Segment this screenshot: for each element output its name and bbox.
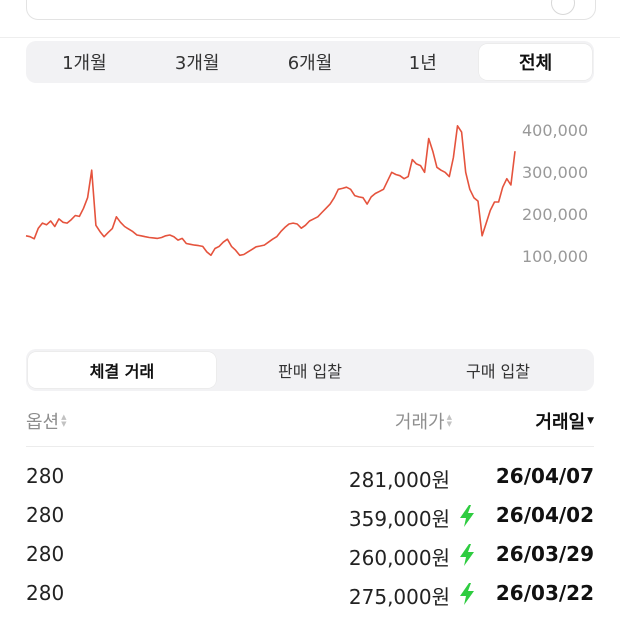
tab-sell-bids[interactable]: 판매 입찰: [216, 352, 404, 388]
sort-desc-icon: ▼: [587, 415, 594, 426]
divider: [26, 446, 594, 447]
row-option: 280: [26, 464, 65, 488]
lightning-icon: [460, 583, 474, 605]
table-row: 280 260,000원 26/03/29: [26, 536, 594, 575]
trade-list: 280 281,000원 26/04/07 280 359,000원 26/04…: [26, 458, 594, 614]
trade-type-selector: 체결 거래 판매 입찰 구매 입찰: [26, 349, 594, 391]
y-tick-label: 200,000: [522, 205, 588, 224]
tab-buy-bids[interactable]: 구매 입찰: [404, 352, 592, 388]
table-row: 280 275,000원 26/03/22: [26, 575, 594, 614]
header-option-label: 옵션: [26, 412, 60, 433]
period-tab-6m[interactable]: 6개월: [254, 44, 367, 80]
info-icon[interactable]: [551, 0, 575, 15]
row-date: 26/03/22: [495, 581, 594, 605]
y-tick-label: 300,000: [522, 163, 588, 182]
row-price: 260,000원: [348, 546, 450, 570]
row-option: 280: [26, 542, 65, 566]
y-tick-label: 400,000: [522, 121, 588, 140]
header-price[interactable]: 거래가 ▲ ▼: [395, 408, 452, 434]
header-price-label: 거래가: [394, 412, 445, 433]
row-price: 359,000원: [348, 507, 450, 531]
top-card: [26, 0, 596, 20]
price-chart-svg: 400,000 300,000 200,000 100,000: [25, 121, 588, 266]
row-date: 26/03/29: [495, 542, 594, 566]
tab-completed-trades[interactable]: 체결 거래: [28, 352, 216, 388]
period-tab-3m[interactable]: 3개월: [141, 44, 254, 80]
period-tab-1m[interactable]: 1개월: [28, 44, 141, 80]
row-option: 280: [26, 581, 65, 605]
row-option: 280: [26, 503, 65, 527]
row-date: 26/04/02: [495, 503, 594, 527]
divider: [0, 37, 620, 38]
row-date: 26/04/07: [495, 464, 594, 488]
table-row: 280 281,000원 26/04/07: [26, 458, 594, 497]
lightning-icon: [460, 505, 474, 527]
lightning-icon: [460, 544, 474, 566]
period-tab-all[interactable]: 전체: [479, 44, 592, 80]
period-selector: 1개월 3개월 6개월 1년 전체: [26, 41, 594, 83]
price-chart[interactable]: 400,000 300,000 200,000 100,000: [0, 100, 620, 310]
y-tick-label: 100,000: [522, 247, 588, 266]
row-price: 275,000원: [348, 585, 450, 609]
header-date-label: 거래일: [535, 412, 586, 433]
table-row: 280 359,000원 26/04/02: [26, 497, 594, 536]
sort-icon: ▲ ▼: [61, 413, 67, 428]
period-tab-1y[interactable]: 1년: [366, 44, 479, 80]
price-line: [25, 125, 516, 257]
header-option[interactable]: 옵션 ▲ ▼: [26, 408, 67, 434]
trade-table-header: 옵션 ▲ ▼ 거래가 ▲ ▼ 거래일 ▼: [26, 404, 594, 436]
row-price: 281,000원: [348, 468, 450, 492]
header-date[interactable]: 거래일 ▼: [535, 408, 594, 434]
sort-icon: ▲ ▼: [446, 413, 452, 428]
